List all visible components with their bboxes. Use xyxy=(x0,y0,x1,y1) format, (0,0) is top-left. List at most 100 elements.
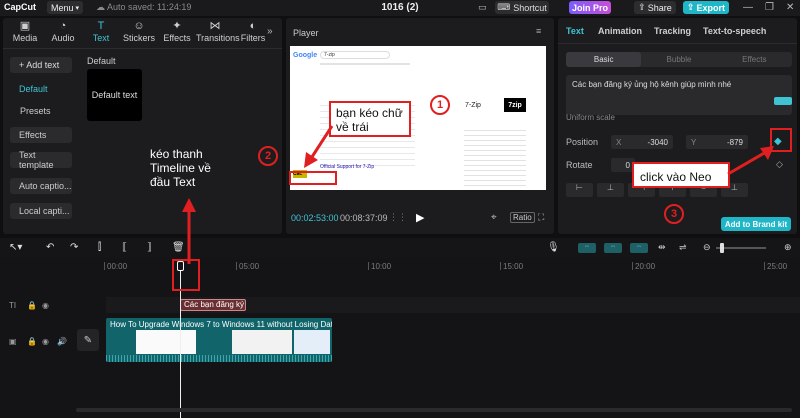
side-item-presets[interactable]: Presets xyxy=(10,103,72,119)
zoom-out-icon[interactable]: ⊖ xyxy=(703,242,711,253)
tab-label: Stickers xyxy=(122,33,155,43)
align-center-h-icon[interactable]: ⊥ xyxy=(597,183,624,197)
side-item-auto-captions[interactable]: Auto captio... xyxy=(10,178,72,194)
annotation-3-box: click vào Neo xyxy=(632,162,730,188)
annotation-2-text: kéo thanh Timeline về đầu Text xyxy=(150,147,211,189)
video-frame-thumb xyxy=(136,330,196,354)
sub-tabs: Basic Bubble Effects xyxy=(566,52,792,67)
text-track-icon: TI xyxy=(9,301,17,310)
fit-timeline-icon[interactable]: ⇌ xyxy=(679,242,687,253)
split-icon[interactable]: ⫿ xyxy=(98,242,101,253)
tab-text[interactable]: T Text xyxy=(82,20,120,46)
text-content-field[interactable]: Các bạn đăng ký ủng hộ kênh giúp mình nh… xyxy=(566,75,792,115)
annotation-1-target-box xyxy=(289,171,337,185)
link-clips-icon[interactable]: ⇔ xyxy=(578,243,596,253)
magnet-icon[interactable]: ⇔ xyxy=(604,243,622,253)
tab-effects[interactable]: ✦ Effects xyxy=(158,20,196,46)
text-clip[interactable]: Các bạn đăng ký xyxy=(180,299,246,311)
shortcut-label: Shortcut xyxy=(513,2,547,13)
project-title: 1016 (2) xyxy=(381,2,419,13)
default-text-thumbnail[interactable]: Default text xyxy=(87,69,142,121)
subtab-basic[interactable]: Basic xyxy=(566,52,642,67)
annotation-3-arrow xyxy=(727,146,774,176)
ruler-tick-label: 10:00 xyxy=(371,262,392,271)
ratio-button[interactable]: Ratio xyxy=(510,212,535,223)
redo-icon[interactable]: ↷ xyxy=(70,242,78,253)
layout-icon[interactable]: ▭ xyxy=(478,2,487,13)
share-icon: ⇪ xyxy=(638,2,646,12)
uniform-scale-label: Uniform scale xyxy=(566,113,615,122)
join-pro-button[interactable]: Join Pro xyxy=(569,1,611,14)
transitions-icon: ⋈ xyxy=(209,20,221,32)
ruler-tick-label: 25:00 xyxy=(767,262,788,271)
more-tabs-icon[interactable]: » xyxy=(267,26,273,37)
close-icon[interactable]: ✕ xyxy=(786,2,794,13)
x-value: -3040 xyxy=(647,137,668,147)
app-logo: CapCut xyxy=(4,2,36,12)
add-to-brand-kit-button[interactable]: Add to Brand kit xyxy=(721,217,791,231)
preview-knowledge-title: 7-Zip xyxy=(465,102,481,109)
menu-button[interactable]: Menu ▾ xyxy=(47,1,83,14)
preview-nav-bar xyxy=(320,63,410,65)
fullscreen-icon[interactable]: ⛶ xyxy=(538,212,544,223)
preview-axis-icon[interactable]: ⇔ xyxy=(630,243,648,253)
play-icon[interactable]: ▶ xyxy=(416,211,424,224)
autosave-status: ☁ Auto saved: 11:24:19 xyxy=(96,2,191,13)
add-text-button[interactable]: + Add text xyxy=(10,57,72,73)
tab-stickers[interactable]: ☺ Stickers xyxy=(120,20,158,46)
timeline-mini-icon[interactable]: ⋮⋮ xyxy=(389,212,407,223)
tab-media[interactable]: ▣ Media xyxy=(6,20,44,46)
player-menu-icon[interactable]: ≡ xyxy=(536,26,541,36)
annotation-1-box: bạn kéo chữ về trái xyxy=(329,101,411,137)
video-track-visibility-icon[interactable]: ◉ xyxy=(42,337,49,346)
cover-edit-button[interactable]: ✎ xyxy=(77,329,99,351)
zoom-in-icon[interactable]: ⊕ xyxy=(784,242,792,253)
microphone-icon[interactable]: 🎙 xyxy=(547,242,560,253)
undo-icon[interactable]: ↶ xyxy=(46,242,54,253)
text-track-visibility-icon[interactable]: ◉ xyxy=(42,301,49,310)
timeline-scrollbar[interactable] xyxy=(76,408,792,412)
select-tool-icon[interactable]: ↖▾ xyxy=(9,242,22,253)
snap-icon[interactable]: ⇹ xyxy=(658,242,666,253)
tab-audio[interactable]: ◔ Audio xyxy=(44,20,82,46)
video-clip[interactable]: How To Upgrade Windows 7 to Windows 11 w… xyxy=(106,318,332,362)
side-item-local-captions[interactable]: Local capti... xyxy=(10,203,72,219)
position-x-field[interactable]: X -3040 xyxy=(611,135,673,149)
ruler-tick xyxy=(368,262,369,270)
share-button[interactable]: ⇪ Share xyxy=(634,1,676,14)
export-button[interactable]: ⇪ Export xyxy=(683,1,729,14)
side-item-default[interactable]: Default xyxy=(10,81,72,97)
props-tab-text-to-speech[interactable]: Text-to-speech xyxy=(703,26,766,36)
props-tab-tracking[interactable]: Tracking xyxy=(654,26,691,36)
menu-label: Menu xyxy=(50,2,74,13)
side-item-effects[interactable]: Effects xyxy=(10,127,72,143)
video-frame-thumb xyxy=(232,330,292,354)
text-track-lock-icon[interactable]: 🔒 xyxy=(27,301,37,310)
keyboard-icon: ⌨ xyxy=(497,2,511,12)
align-left-icon[interactable]: ⊢ xyxy=(566,183,593,197)
video-frame-thumb xyxy=(294,330,330,354)
text-box-handle[interactable] xyxy=(774,97,792,105)
split-right-icon[interactable]: ⟧ xyxy=(147,242,152,253)
subtab-effects[interactable]: Effects xyxy=(717,52,792,67)
props-tab-text[interactable]: Text xyxy=(566,26,584,36)
fit-icon[interactable]: ⌖ xyxy=(491,212,497,223)
tab-transitions[interactable]: ⋈ Transitions xyxy=(196,20,240,46)
shortcut-button[interactable]: ⌨ Shortcut xyxy=(495,1,549,14)
side-item-text-template[interactable]: Text template xyxy=(10,150,72,170)
annotation-2-number: 2 xyxy=(258,146,278,166)
preview-7zip-logo: 7zip xyxy=(504,98,526,112)
ruler-tick xyxy=(764,262,765,270)
ruler-tick-label: 00:00 xyxy=(107,262,128,271)
minimize-icon[interactable]: — xyxy=(743,2,753,13)
maximize-icon[interactable]: ❐ xyxy=(765,2,774,13)
media-icon: ▣ xyxy=(19,20,31,32)
properties-panel xyxy=(558,18,797,234)
subtab-bubble[interactable]: Bubble xyxy=(641,52,716,67)
props-tab-animation[interactable]: Animation xyxy=(598,26,642,36)
split-left-icon[interactable]: ⟦ xyxy=(122,242,127,253)
zoom-slider-handle[interactable] xyxy=(720,243,724,253)
x-axis-label: X xyxy=(616,137,622,147)
video-track-audio-icon[interactable]: 🔊 xyxy=(57,337,67,346)
video-track-lock-icon[interactable]: 🔒 xyxy=(27,337,37,346)
